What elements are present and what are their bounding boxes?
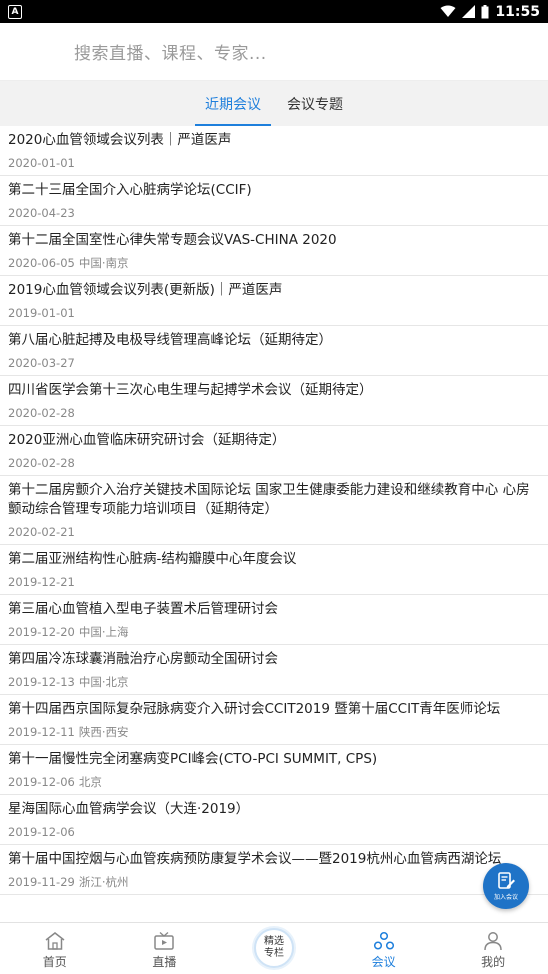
meeting-title: 第三届心血管植入型电子装置术后管理研讨会: [8, 601, 278, 617]
tv-icon: [154, 932, 175, 950]
meeting-date: 2020-06-05: [8, 256, 75, 270]
meeting-list-item[interactable]: 第八届心脏起搏及电极导线管理高峰论坛（延期待定） 2020-03-27: [0, 326, 548, 376]
meeting-list-item[interactable]: 2020亚洲心血管临床研究研讨会（延期待定） 2020-02-28: [0, 426, 548, 476]
meeting-list-item[interactable]: 第十一届慢性完全闭塞病变PCI峰会(CTO-PCI SUMMIT, CPS) 20…: [0, 745, 548, 795]
user-icon: [484, 932, 502, 951]
meeting-meta: 2019-11-29 浙江·杭州: [8, 875, 540, 889]
meeting-date: 2020-02-28: [8, 456, 75, 470]
meeting-list-item[interactable]: 2020心血管领域会议列表｜严道医声 2020-01-01: [0, 126, 548, 176]
meeting-list-item[interactable]: 四川省医学会第十三次心电生理与起搏学术会议（延期待定） 2020-02-28: [0, 376, 548, 426]
meeting-date: 2020-03-27: [8, 356, 75, 370]
meeting-list-item[interactable]: 第二十三届全国介入心脏病学论坛(CCIF) 2020-04-23: [0, 176, 548, 226]
meeting-date: 2019-12-06: [8, 825, 75, 839]
meeting-meta: 2020-01-01: [8, 156, 540, 170]
search-bar[interactable]: 搜索直播、课程、专家...: [0, 23, 548, 81]
status-bar: A 11:55: [0, 0, 548, 23]
meeting-location: 浙江·杭州: [78, 875, 129, 889]
bottom-nav: 首页 直播 精选 专栏 会议 我的: [0, 922, 548, 974]
wifi-icon: [440, 5, 456, 17]
nav-home[interactable]: 首页: [0, 923, 110, 974]
meeting-date: 2019-12-06: [8, 775, 75, 789]
meeting-meta: 2019-12-06 北京: [8, 775, 540, 789]
meeting-icon: [373, 931, 394, 950]
home-icon: [45, 932, 65, 950]
app-notification-icon: A: [8, 4, 22, 19]
meeting-title: 第十二届全国室性心律失常专题会议VAS-CHINA 2020: [8, 232, 337, 248]
meeting-location: 中国·上海: [78, 625, 129, 639]
meeting-meta: 2020-02-21: [8, 525, 540, 539]
featured-line2: 专栏: [263, 948, 284, 959]
meeting-tabs: 近期会议 会议专题: [0, 81, 548, 126]
meeting-title: 2020心血管领域会议列表｜严道医声: [8, 132, 232, 148]
meeting-meta: 2020-02-28: [8, 406, 540, 420]
meeting-list-item[interactable]: 2019心血管领域会议列表(更新版)｜严道医声 2019-01-01: [0, 276, 548, 326]
meeting-title: 第十届中国控烟与心血管疾病预防康复学术会议——暨2019杭州心血管病西湖论坛: [8, 851, 502, 867]
meeting-list-item[interactable]: 星海国际心血管病学会议（大连·2019） 2019-12-06: [0, 795, 548, 845]
nav-meeting-label: 会议: [371, 955, 396, 969]
meeting-title: 第十二届房颤介入治疗关键技术国际论坛 国家卫生健康委能力建设和继续教育中心 心房…: [8, 482, 530, 517]
meeting-date: 2019-12-20: [8, 625, 75, 639]
meeting-date: 2019-11-29: [8, 875, 75, 889]
signal-icon: [462, 5, 476, 18]
meeting-title: 第四届冷冻球囊消融治疗心房颤动全国研讨会: [8, 651, 278, 667]
meeting-meta: 2019-12-21: [8, 575, 540, 589]
meeting-meta: 2020-04-23: [8, 206, 540, 220]
meeting-location: 中国·北京: [78, 675, 129, 689]
meeting-title: 第二十三届全国介入心脏病学论坛(CCIF): [8, 182, 252, 198]
meeting-title: 四川省医学会第十三次心电生理与起搏学术会议（延期待定）: [8, 382, 373, 398]
meeting-list-item[interactable]: 第十四届西京国际复杂冠脉病变介入研讨会CCIT2019 暨第十届CCIT青年医师…: [0, 695, 548, 745]
meeting-title: 第十四届西京国际复杂冠脉病变介入研讨会CCIT2019 暨第十届CCIT青年医师…: [8, 701, 501, 717]
meeting-list-item[interactable]: 第十届中国控烟与心血管疾病预防康复学术会议——暨2019杭州心血管病西湖论坛 20…: [0, 845, 548, 895]
meeting-meta: 2019-12-20 中国·上海: [8, 625, 540, 639]
meeting-date: 2020-01-01: [8, 156, 75, 170]
status-time: 11:55: [495, 3, 540, 20]
meeting-title: 2019心血管领域会议列表(更新版)｜严道医声: [8, 282, 283, 298]
meeting-meta: 2019-01-01: [8, 306, 540, 320]
nav-live-label: 直播: [152, 955, 177, 969]
meeting-meta: 2019-12-13 中国·北京: [8, 675, 540, 689]
nav-home-label: 首页: [42, 955, 67, 969]
meeting-location: 北京: [78, 775, 102, 789]
nav-live[interactable]: 直播: [110, 923, 220, 974]
meeting-list-item[interactable]: 第二届亚洲结构性心脏病-结构瓣膜中心年度会议 2019-12-21: [0, 545, 548, 595]
meeting-date: 2019-01-01: [8, 306, 75, 320]
meeting-title: 第二届亚洲结构性心脏病-结构瓣膜中心年度会议: [8, 551, 297, 567]
meeting-list-item[interactable]: 第十二届全国室性心律失常专题会议VAS-CHINA 2020 2020-06-05…: [0, 226, 548, 276]
nav-featured[interactable]: 精选 专栏: [219, 923, 329, 974]
meeting-list[interactable]: 2020心血管领域会议列表｜严道医声 2020-01-01 第二十三届全国介入心脏病…: [0, 126, 548, 922]
join-meeting-button[interactable]: 加入会议: [483, 863, 529, 909]
meeting-meta: 2020-03-27: [8, 356, 540, 370]
nav-mine-label: 我的: [481, 955, 506, 969]
meeting-list-item[interactable]: 第三届心血管植入型电子装置术后管理研讨会 2019-12-20 中国·上海: [0, 595, 548, 645]
battery-icon: [481, 4, 489, 18]
meeting-location: 中国·南京: [78, 256, 129, 270]
meeting-list-item[interactable]: 第十二届房颤介入治疗关键技术国际论坛 国家卫生健康委能力建设和继续教育中心 心房…: [0, 476, 548, 545]
meeting-date: 2020-02-21: [8, 525, 75, 539]
meeting-date: 2020-04-23: [8, 206, 75, 220]
meeting-title: 第十一届慢性完全闭塞病变PCI峰会(CTO-PCI SUMMIT, CPS): [8, 751, 378, 767]
edit-document-icon: [498, 872, 515, 889]
meeting-location: 陕西·西安: [78, 725, 129, 739]
featured-column-badge: 精选 专栏: [253, 928, 294, 968]
meeting-list-item[interactable]: 第四届冷冻球囊消融治疗心房颤动全国研讨会 2019-12-13 中国·北京: [0, 645, 548, 695]
meeting-date: 2020-02-28: [8, 406, 75, 420]
meeting-title: 星海国际心血管病学会议（大连·2019）: [8, 801, 250, 817]
featured-line1: 精选: [263, 936, 284, 947]
meeting-meta: 2019-12-11 陕西·西安: [8, 725, 540, 739]
nav-mine[interactable]: 我的: [438, 923, 548, 974]
meeting-meta: 2020-02-28: [8, 456, 540, 470]
tab-meeting-topics[interactable]: 会议专题: [283, 81, 347, 126]
tab-recent-meetings[interactable]: 近期会议: [195, 81, 271, 126]
meeting-date: 2019-12-13: [8, 675, 75, 689]
meeting-title: 第八届心脏起搏及电极导线管理高峰论坛（延期待定）: [8, 332, 332, 348]
search-input[interactable]: 搜索直播、课程、专家...: [74, 39, 267, 64]
meeting-meta: 2019-12-06: [8, 825, 540, 839]
meeting-date: 2019-12-21: [8, 575, 75, 589]
join-meeting-label: 加入会议: [493, 894, 518, 901]
nav-meeting[interactable]: 会议: [329, 923, 439, 974]
meeting-meta: 2020-06-05 中国·南京: [8, 256, 540, 270]
meeting-date: 2019-12-11: [8, 725, 75, 739]
meeting-title: 2020亚洲心血管临床研究研讨会（延期待定）: [8, 432, 286, 448]
